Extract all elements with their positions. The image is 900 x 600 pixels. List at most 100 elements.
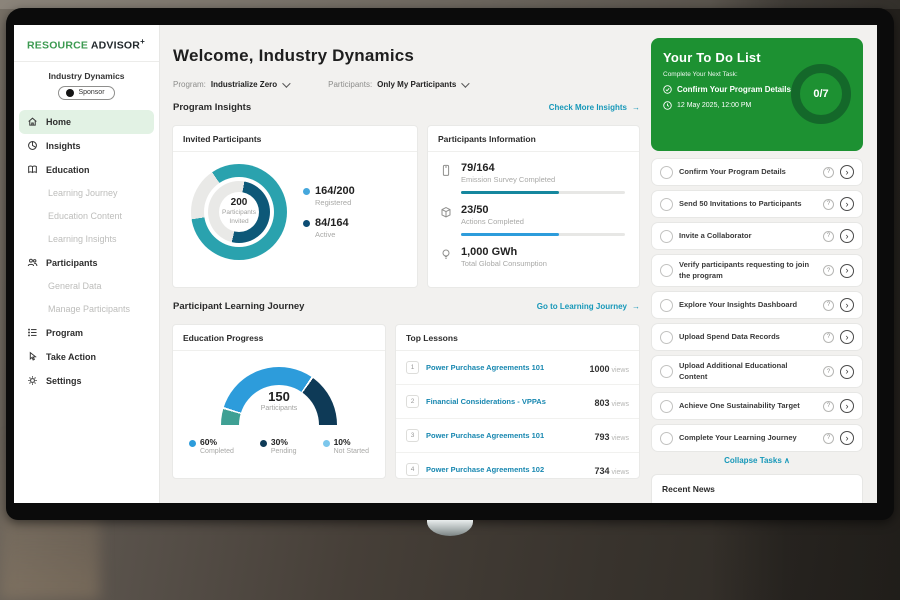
main-content: Welcome, Industry Dynamics Program: Indu… [160, 25, 652, 503]
check-more-insights-link[interactable]: Check More Insights → [549, 103, 640, 112]
lesson-row[interactable]: 3 Power Purchase Agreements 101 793views [396, 419, 639, 453]
info-row-actions: 23/50 Actions Completed [428, 194, 639, 226]
chevron-right-button[interactable]: › [840, 330, 854, 344]
task-checkbox[interactable] [660, 230, 673, 243]
lesson-link[interactable]: Power Purchase Agreements 101 [426, 431, 587, 440]
invited-total-value: 200 [231, 197, 248, 208]
lesson-rank: 1 [406, 361, 419, 374]
todo-title: Your To Do List [663, 50, 851, 65]
learning-journey-header: Participant Learning Journey Go to Learn… [173, 301, 640, 312]
sidebar-item-learning-insights[interactable]: Learning Insights [14, 228, 159, 251]
lesson-link[interactable]: Financial Considerations - VPPAs [426, 397, 587, 406]
card-title: Education Progress [173, 325, 385, 351]
cursor-click-icon [27, 351, 38, 362]
education-progress-chart-area: 150 Participants 60% Completed [173, 351, 385, 455]
sidebar-item-program[interactable]: Program [14, 321, 159, 345]
sidebar-item-education[interactable]: Education [14, 158, 159, 182]
sidebar-item-general-data[interactable]: General Data [14, 275, 159, 298]
lightbulb-icon [440, 246, 452, 268]
actions-cube-icon [440, 204, 452, 226]
sidebar-item-take-action[interactable]: Take Action [14, 345, 159, 369]
info-icon[interactable]: ? [823, 401, 834, 412]
insights-pie-icon [27, 140, 38, 151]
chevron-right-button[interactable]: › [840, 165, 854, 179]
chevron-right-button[interactable]: › [840, 229, 854, 243]
task-checkbox[interactable] [660, 432, 673, 445]
sidebar-item-education-content[interactable]: Education Content [14, 205, 159, 228]
collapse-tasks-link[interactable]: Collapse Tasks ∧ [651, 456, 863, 465]
todo-progress-ring: 0/7 [791, 64, 851, 124]
lesson-link[interactable]: Power Purchase Agreements 101 [426, 363, 582, 372]
program-dropdown[interactable]: Program: Industrialize Zero [173, 80, 288, 89]
section-title: Program Insights [173, 102, 251, 113]
chevron-right-button[interactable]: › [840, 431, 854, 445]
task-checkbox[interactable] [660, 365, 673, 378]
info-icon[interactable]: ? [823, 332, 834, 343]
task-row[interactable]: Complete Your Learning Journey ? › [651, 424, 863, 452]
invited-participants-card: Invited Participants 200 Participants In… [172, 125, 418, 288]
info-icon[interactable]: ? [823, 265, 834, 276]
sidebar-item-home[interactable]: Home [19, 110, 154, 134]
lesson-rank: 2 [406, 395, 419, 408]
task-row[interactable]: Upload Spend Data Records ? › [651, 323, 863, 351]
info-icon[interactable]: ? [823, 300, 834, 311]
task-row[interactable]: Invite a Collaborator ? › [651, 222, 863, 250]
legend-item-active: 84/164 Active [303, 217, 355, 239]
chevron-right-button[interactable]: › [840, 365, 854, 379]
info-icon[interactable]: ? [823, 366, 834, 377]
learning-cards-row: Education Progress 150 Participants [172, 324, 640, 479]
donut-legend: 164/200 Registered 84/164 Active [303, 175, 355, 249]
legend-dot [189, 440, 196, 447]
info-icon[interactable]: ? [823, 231, 834, 242]
sidebar-item-learning-journey[interactable]: Learning Journey [14, 182, 159, 205]
lesson-link[interactable]: Power Purchase Agreements 102 [426, 465, 587, 474]
task-checkbox[interactable] [660, 264, 673, 277]
lesson-row[interactable]: 2 Financial Considerations - VPPAs 803vi… [396, 385, 639, 419]
lesson-row[interactable]: 1 Power Purchase Agreements 101 1000view… [396, 351, 639, 385]
sidebar-item-settings[interactable]: Settings [14, 369, 159, 393]
education-progress-card: Education Progress 150 Participants [172, 324, 386, 479]
participants-dropdown[interactable]: Participants: Only My Participants [328, 80, 467, 89]
task-row[interactable]: Explore Your Insights Dashboard ? › [651, 291, 863, 319]
task-row[interactable]: Confirm Your Program Details ? › [651, 158, 863, 186]
participants-information-card: Participants Information 79/164 Emission… [427, 125, 640, 288]
task-checkbox[interactable] [660, 400, 673, 413]
monitor-stand [427, 520, 473, 536]
clock-icon [663, 101, 672, 110]
chevron-right-button[interactable]: › [840, 298, 854, 312]
task-checkbox[interactable] [660, 198, 673, 211]
info-icon[interactable]: ? [823, 199, 834, 210]
top-lessons-card: Top Lessons 1 Power Purchase Agreements … [395, 324, 640, 479]
donut-center-text: 200 Participants Invited [191, 164, 287, 260]
info-icon[interactable]: ? [823, 433, 834, 444]
legend-dot [303, 188, 310, 195]
sidebar-item-manage-participants[interactable]: Manage Participants [14, 298, 159, 321]
task-checkbox[interactable] [660, 166, 673, 179]
dashboard-screen: RESOURCE ADVISOR+ Industry Dynamics Spon… [14, 25, 877, 503]
info-icon[interactable]: ? [823, 167, 834, 178]
book-icon [27, 164, 38, 175]
chevron-right-button[interactable]: › [840, 264, 854, 278]
chevron-right-button[interactable]: › [840, 399, 854, 413]
chevron-down-icon [461, 79, 469, 87]
legend-item-completed: 60% Completed [189, 437, 234, 455]
task-row[interactable]: Achieve One Sustainability Target ? › [651, 392, 863, 420]
go-to-learning-journey-link[interactable]: Go to Learning Journey → [537, 302, 640, 311]
task-checkbox[interactable] [660, 299, 673, 312]
sidebar-item-insights[interactable]: Insights [14, 134, 159, 158]
chevron-down-icon [282, 79, 290, 87]
task-row[interactable]: Verify participants requesting to join t… [651, 254, 863, 287]
task-row[interactable]: Send 50 Invitations to Participants ? › [651, 190, 863, 218]
task-row[interactable]: Upload Additional Educational Content ? … [651, 355, 863, 388]
education-progress-gauge: 150 Participants [221, 367, 337, 425]
legend-item-registered: 164/200 Registered [303, 185, 355, 207]
lesson-row[interactable]: 4 Power Purchase Agreements 102 734views [396, 453, 639, 479]
recent-news-card: Recent News [651, 474, 863, 503]
todo-column: Your To Do List Complete Your Next Task:… [651, 25, 863, 503]
sidebar-item-participants[interactable]: Participants [14, 251, 159, 275]
card-title: Top Lessons [396, 325, 639, 351]
task-checkbox[interactable] [660, 331, 673, 344]
lesson-rank: 4 [406, 463, 419, 476]
arrow-right-icon: → [632, 103, 640, 112]
chevron-right-button[interactable]: › [840, 197, 854, 211]
